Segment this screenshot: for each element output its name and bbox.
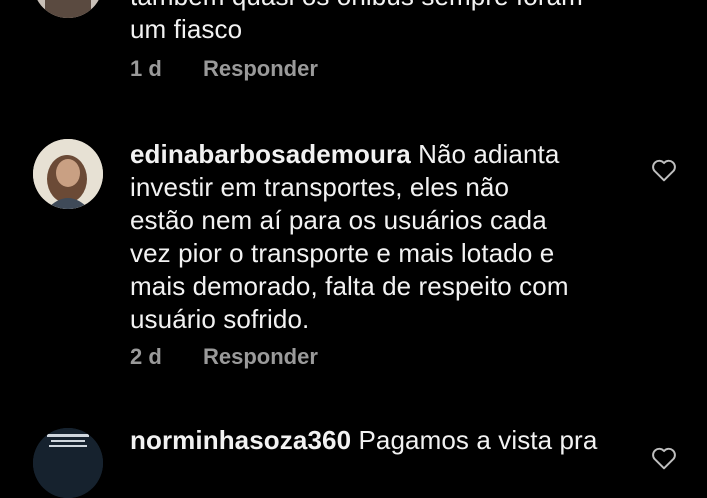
comment-line: um fiasco xyxy=(130,14,243,44)
avatar-image xyxy=(33,0,103,18)
comment-line: vez pior o transporte e mais lotado e xyxy=(130,238,555,268)
user-avatar[interactable] xyxy=(33,139,103,209)
comment-text: edinabarbosademoura Não adianta investir… xyxy=(130,138,630,336)
comment-time: 1 d xyxy=(130,56,162,81)
comment-meta: 1 d Responder xyxy=(130,56,318,82)
heart-outline-icon[interactable] xyxy=(651,158,677,182)
comment-line: norminhasoza360 Pagamos a vista pra xyxy=(130,424,630,457)
comment-text: norminhasoza360 Pagamos a vista pra xyxy=(130,424,630,457)
comment-line: estão nem aí para os usuários cada xyxy=(130,205,547,235)
reply-button[interactable]: Responder xyxy=(203,56,318,81)
comment-line: edinabarbosademoura Não adianta xyxy=(130,138,630,171)
comment-first-line: Não adianta xyxy=(418,139,560,169)
heart-outline-icon[interactable] xyxy=(651,446,677,470)
comment-line: também quasi os ônibus sempre foram xyxy=(130,0,630,13)
avatar-image xyxy=(33,428,103,498)
comment-time: 2 d xyxy=(130,344,162,369)
avatar-image xyxy=(33,139,103,209)
user-avatar[interactable] xyxy=(33,428,103,498)
comment-line: usuário sofrido. xyxy=(130,304,310,334)
comment-username[interactable]: norminhasoza360 xyxy=(130,425,351,455)
user-avatar[interactable] xyxy=(33,0,103,18)
comment-meta: 2 d Responder xyxy=(130,344,318,370)
reply-button[interactable]: Responder xyxy=(203,344,318,369)
comment-line: investir em transportes, eles não xyxy=(130,172,510,202)
comment-line: mais demorado, falta de respeito com xyxy=(130,271,569,301)
comment-text: também quasi os ônibus sempre foram um f… xyxy=(130,0,630,46)
comment-first-line: Pagamos a vista pra xyxy=(358,425,598,455)
comment-username[interactable]: edinabarbosademoura xyxy=(130,139,411,169)
